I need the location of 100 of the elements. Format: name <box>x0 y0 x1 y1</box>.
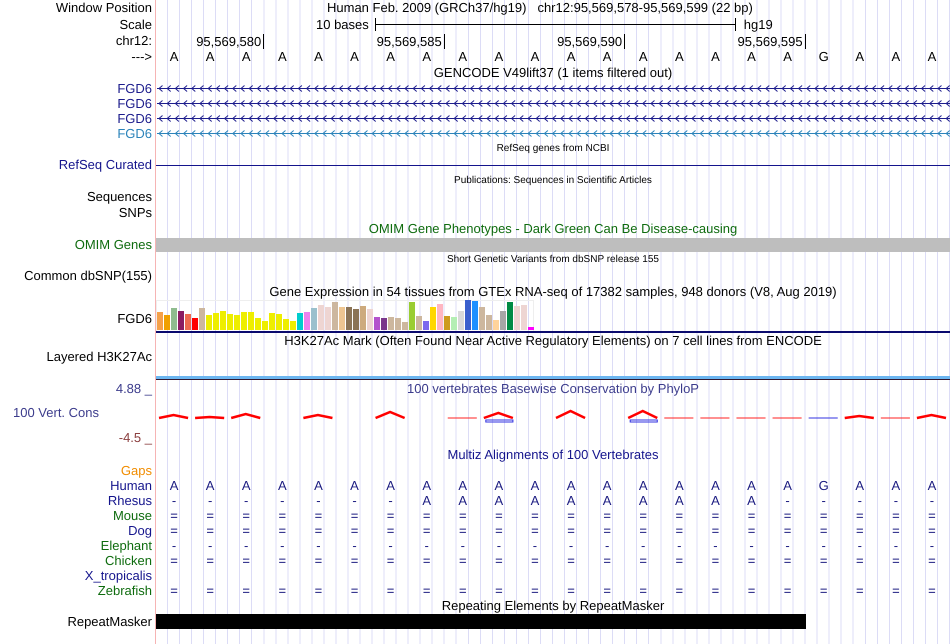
alignment-base: G <box>818 478 830 492</box>
base-letter: A <box>890 50 902 64</box>
alignment-base: = <box>710 554 720 568</box>
alignment-base: = <box>205 508 215 522</box>
alignment-base: A <box>168 478 180 492</box>
alignment-base: = <box>638 524 648 538</box>
alignment-base: - <box>424 538 430 552</box>
track-label: RepeatMasker <box>66 614 152 628</box>
alignment-base: = <box>927 584 937 598</box>
track-label: Sequences <box>86 190 152 204</box>
alignment-base: = <box>746 524 756 538</box>
alignment-base: A <box>349 478 360 492</box>
track-title: Multiz Alignments of 100 Vertebrates <box>446 448 660 462</box>
alignment-base: = <box>530 508 540 522</box>
alignment-base: = <box>422 554 432 568</box>
position-tick: 95,569,590 <box>557 34 626 48</box>
alignment-base: = <box>710 524 720 538</box>
track-label: Rhesus <box>106 494 152 508</box>
alignment-base: = <box>494 554 504 568</box>
alignment-base: A <box>782 478 793 492</box>
track-title: Short Genetic Variants from dbSNP release 155 <box>446 253 660 267</box>
alignment-base: A <box>638 494 649 508</box>
alignment-base: = <box>241 524 252 538</box>
alignment-base: = <box>458 554 468 568</box>
base-letter: A <box>638 50 649 64</box>
alignment-base: = <box>566 524 576 538</box>
alignment-base: = <box>602 508 612 522</box>
alignment-base: A <box>421 478 432 492</box>
alignment-base: = <box>458 524 468 538</box>
alignment-base: = <box>638 508 648 522</box>
alignment-base: A <box>240 478 252 492</box>
alignment-base: - <box>820 538 827 552</box>
alignment-base: - <box>387 538 394 552</box>
alignment-base: A <box>638 478 649 492</box>
alignment-base: = <box>241 508 252 522</box>
alignment-base: - <box>206 538 214 552</box>
alignment-base: = <box>782 508 792 522</box>
position-tick: 95,569,580 <box>196 34 264 48</box>
alignment-base: - <box>351 538 358 552</box>
alignment-base: A <box>710 478 721 492</box>
alignment-base: = <box>602 524 612 538</box>
alignment-base: - <box>315 494 322 508</box>
alignment-base: - <box>712 538 719 552</box>
alignment-base: = <box>169 508 179 522</box>
alignment-base: = <box>386 524 396 538</box>
alignment-base: A <box>926 478 938 492</box>
track-label: Elephant <box>100 538 152 552</box>
axis-max-label: 4.88 _ <box>114 382 152 396</box>
alignment-base: = <box>782 584 792 598</box>
row-label: chr12: <box>114 34 152 48</box>
alignment-base: = <box>314 584 324 598</box>
base-letter: A <box>421 50 432 64</box>
alignment-base: = <box>530 524 540 538</box>
alignment-base: A <box>530 478 540 492</box>
alignment-base: A <box>746 494 757 508</box>
alignment-base: = <box>927 508 937 522</box>
alignment-base: = <box>818 524 828 538</box>
alignment-base: - <box>640 538 646 552</box>
alignment-base: A <box>276 478 288 492</box>
track-title: OMIM Gene Phenotypes - Dark Green Can Be Disease-causing <box>368 222 738 236</box>
track-label: FGD6 <box>116 126 152 140</box>
alignment-base: = <box>602 584 612 598</box>
alignment-base: - <box>206 494 214 508</box>
alignment-base: = <box>169 524 179 538</box>
alignment-base: - <box>351 494 358 508</box>
alignment-base: - <box>856 494 863 508</box>
base-letter: A <box>710 50 721 64</box>
base-letter: A <box>854 50 866 64</box>
track-label: FGD6 <box>116 312 152 328</box>
track-label: 100 Vert. Cons <box>12 406 100 420</box>
alignment-base: - <box>928 494 936 508</box>
track-label: FGD6 <box>116 112 152 126</box>
alignment-base: - <box>279 538 286 552</box>
alignment-base: = <box>278 584 288 598</box>
alignment-base: A <box>890 478 902 492</box>
alignment-base: A <box>457 494 468 508</box>
alignment-base: - <box>243 494 250 508</box>
alignment-base: - <box>892 538 900 552</box>
alignment-base: A <box>530 494 540 508</box>
alignment-base: = <box>710 508 720 522</box>
alignment-base: = <box>782 554 792 568</box>
alignment-base: A <box>421 494 432 508</box>
alignment-base: = <box>566 508 576 522</box>
base-letter: A <box>240 50 252 64</box>
alignment-base: = <box>710 584 720 598</box>
alignment-base: = <box>674 584 684 598</box>
alignment-base: = <box>494 584 504 598</box>
alignment-base: = <box>674 508 684 522</box>
base-letter: A <box>602 50 612 64</box>
alignment-base: A <box>385 478 396 492</box>
position-range: chr12:95,569,578-95,569,599 (22 bp) <box>537 1 753 15</box>
assembly-name: Human Feb. 2009 (GRCh37/hg19) <box>327 1 526 15</box>
base-letter: A <box>782 50 793 64</box>
alignment-base: = <box>818 584 828 598</box>
alignment-base: = <box>314 554 324 568</box>
alignment-base: = <box>386 554 396 568</box>
alignment-base: A <box>204 478 216 492</box>
axis-min-label: -4.5 _ <box>118 431 152 445</box>
base-letter: A <box>674 50 685 64</box>
base-letter: A <box>276 50 288 64</box>
